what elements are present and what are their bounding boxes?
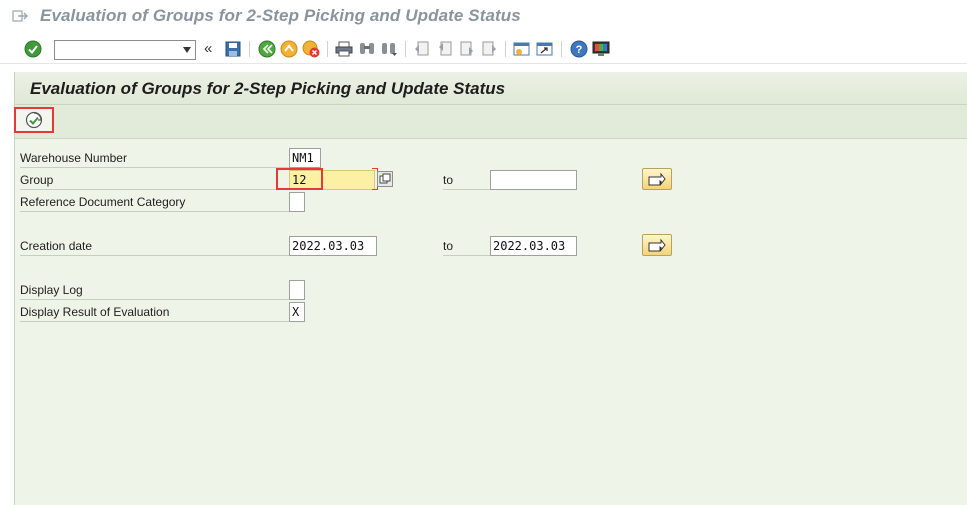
customize-layout-icon[interactable] (591, 39, 611, 59)
creation-date-label: Creation date (20, 236, 290, 256)
collapse-toolbar-icon[interactable]: « (204, 41, 212, 57)
exit-icon[interactable] (279, 39, 299, 59)
find-next-icon[interactable] (379, 39, 399, 59)
cancel-icon[interactable] (301, 39, 321, 59)
toolbar-separator (505, 41, 506, 57)
print-icon[interactable] (334, 39, 354, 59)
command-field[interactable] (54, 40, 196, 60)
previous-page-icon[interactable] (435, 39, 455, 59)
toolbar-separator (249, 41, 250, 57)
multiple-selection-icon (648, 172, 666, 186)
shortcut-icon[interactable] (535, 39, 555, 59)
copy-icon (379, 173, 391, 184)
group-multiple-selection-button[interactable] (642, 168, 672, 190)
execute-button[interactable] (14, 107, 54, 133)
group-from-highlight (276, 168, 323, 190)
left-strip (0, 66, 14, 505)
warehouse-number-field[interactable]: NM1 (289, 148, 321, 168)
display-log-checkbox[interactable] (289, 280, 305, 300)
toolbar-separator (561, 41, 562, 57)
find-icon[interactable] (357, 39, 377, 59)
display-log-label: Display Log (20, 280, 290, 300)
creation-date-to-field[interactable]: 2022.03.03 (490, 236, 577, 256)
application-toolbar (14, 105, 967, 139)
first-page-icon[interactable] (412, 39, 432, 59)
display-result-label: Display Result of Evaluation (20, 302, 290, 322)
standard-toolbar: « ? (0, 34, 967, 64)
next-page-icon[interactable] (457, 39, 477, 59)
chevron-down-icon[interactable] (183, 47, 191, 53)
help-icon[interactable]: ? (569, 39, 589, 59)
selection-screen: Evaluation of Groups for 2-Step Picking … (14, 72, 967, 505)
group-to-field[interactable] (490, 170, 577, 190)
toolbar-separator (327, 41, 328, 57)
multiple-selection-icon (648, 238, 666, 252)
last-page-icon[interactable] (479, 39, 499, 59)
group-label: Group (20, 170, 290, 190)
back-icon[interactable] (257, 39, 277, 59)
group-value-help-button[interactable] (377, 171, 393, 187)
toolbar-separator (405, 41, 406, 57)
creation-date-multiple-selection-button[interactable] (642, 234, 672, 256)
new-session-icon[interactable] (512, 39, 532, 59)
creation-date-to-label: to (443, 236, 491, 256)
window-title-bar: Evaluation of Groups for 2-Step Picking … (0, 0, 967, 32)
creation-date-from-field[interactable]: 2022.03.03 (289, 236, 377, 256)
warehouse-number-label: Warehouse Number (20, 148, 290, 168)
save-icon[interactable] (223, 39, 243, 59)
reference-document-category-label: Reference Document Category (20, 192, 290, 212)
execute-icon (25, 111, 43, 129)
screen-header: Evaluation of Groups for 2-Step Picking … (15, 72, 967, 105)
reference-document-category-field[interactable] (289, 192, 305, 212)
group-to-label: to (443, 170, 491, 190)
page-title: Evaluation of Groups for 2-Step Picking … (30, 79, 506, 98)
display-result-checkbox[interactable]: X (289, 302, 305, 322)
window-title: Evaluation of Groups for 2-Step Picking … (40, 6, 521, 25)
svg-text:?: ? (576, 44, 583, 56)
enter-check-icon[interactable] (23, 39, 43, 59)
menu-exit-icon[interactable] (12, 9, 28, 23)
